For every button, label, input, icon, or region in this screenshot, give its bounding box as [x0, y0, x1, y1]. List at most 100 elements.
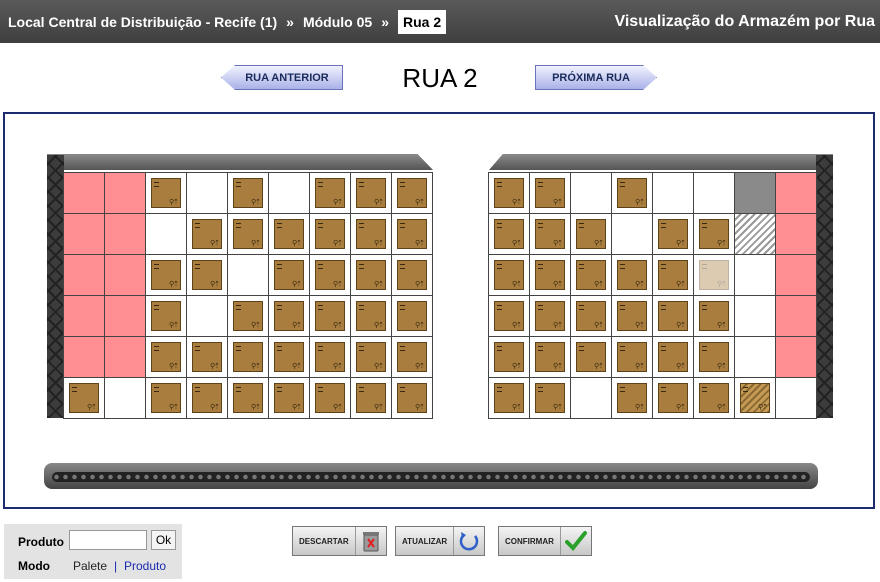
rack-slot-empty[interactable]: [735, 296, 776, 337]
discard-button[interactable]: DESCARTAR: [292, 526, 387, 556]
rack-slot-empty[interactable]: [105, 378, 146, 419]
product-input[interactable]: [69, 530, 147, 550]
rack-slot-occupied[interactable]: [489, 173, 530, 214]
rack-slot-occupied[interactable]: [187, 255, 228, 296]
rack-slot-occupied[interactable]: [612, 296, 653, 337]
rack-slot-blocked[interactable]: [776, 214, 817, 255]
rack-slot-occupied[interactable]: [735, 378, 776, 419]
rack-slot-occupied[interactable]: [187, 337, 228, 378]
rack-slot-occupied[interactable]: [269, 214, 310, 255]
rack-slot-occupied[interactable]: [228, 337, 269, 378]
rack-slot-blocked[interactable]: [776, 255, 817, 296]
rack-slot-occupied[interactable]: [269, 378, 310, 419]
rack-slot-occupied[interactable]: [612, 378, 653, 419]
ok-button[interactable]: Ok: [151, 530, 176, 550]
rack-slot-occupied[interactable]: [694, 337, 735, 378]
rack-slot-occupied[interactable]: [310, 255, 351, 296]
rack-slot-blocked[interactable]: [64, 296, 105, 337]
rack-slot-blocked[interactable]: [64, 337, 105, 378]
rack-slot-empty[interactable]: [776, 378, 817, 419]
rack-slot-occupied[interactable]: [146, 173, 187, 214]
breadcrumb-location[interactable]: Local Central de Distribuição - Recife (…: [8, 14, 277, 30]
confirm-button[interactable]: CONFIRMAR: [498, 526, 592, 556]
rack-slot-occupied[interactable]: [489, 296, 530, 337]
next-street-button[interactable]: PRÓXIMA RUA: [535, 65, 657, 90]
rack-slot-occupied[interactable]: [489, 255, 530, 296]
rack-slot-blocked[interactable]: [64, 173, 105, 214]
rack-slot-occupied[interactable]: [612, 255, 653, 296]
rack-slot-occupied[interactable]: [351, 255, 392, 296]
rack-slot-blocked[interactable]: [105, 337, 146, 378]
rack-slot-occupied[interactable]: [530, 214, 571, 255]
rack-slot-occupied[interactable]: [530, 378, 571, 419]
rack-slot-occupied[interactable]: [228, 296, 269, 337]
rack-slot-reserved[interactable]: [735, 214, 776, 255]
rack-slot-occupied[interactable]: [489, 214, 530, 255]
refresh-button[interactable]: ATUALIZAR: [395, 526, 486, 556]
rack-slot-occupied[interactable]: [653, 214, 694, 255]
breadcrumb-module[interactable]: Módulo 05: [303, 14, 372, 30]
rack-slot-occupied[interactable]: [530, 296, 571, 337]
rack-slot-occupied[interactable]: [694, 255, 735, 296]
rack-slot-occupied[interactable]: [653, 255, 694, 296]
rack-slot-occupied[interactable]: [612, 337, 653, 378]
rack-slot-occupied[interactable]: [310, 296, 351, 337]
rack-slot-occupied[interactable]: [351, 296, 392, 337]
rack-slot-empty[interactable]: [735, 337, 776, 378]
rack-slot-occupied[interactable]: [64, 378, 105, 419]
rack-slot-blocked[interactable]: [64, 214, 105, 255]
rack-slot-occupied[interactable]: [351, 337, 392, 378]
rack-slot-occupied[interactable]: [653, 296, 694, 337]
rack-slot-occupied[interactable]: [269, 337, 310, 378]
rack-slot-empty[interactable]: [146, 214, 187, 255]
rack-slot-occupied[interactable]: [187, 378, 228, 419]
mode-product-link[interactable]: Produto: [124, 559, 166, 573]
mode-pallet-link[interactable]: Palete: [73, 559, 107, 573]
rack-slot-occupied[interactable]: [392, 337, 433, 378]
rack-slot-empty[interactable]: [187, 296, 228, 337]
rack-slot-occupied[interactable]: [392, 173, 433, 214]
rack-slot-occupied[interactable]: [571, 337, 612, 378]
rack-slot-occupied[interactable]: [392, 296, 433, 337]
rack-slot-occupied[interactable]: [310, 378, 351, 419]
rack-slot-empty[interactable]: [228, 255, 269, 296]
rack-slot-occupied[interactable]: [392, 214, 433, 255]
rack-slot-blocked[interactable]: [776, 337, 817, 378]
rack-slot-occupied[interactable]: [146, 337, 187, 378]
rack-slot-blocked[interactable]: [776, 173, 817, 214]
rack-slot-occupied[interactable]: [653, 378, 694, 419]
rack-slot-occupied[interactable]: [310, 337, 351, 378]
rack-slot-occupied[interactable]: [694, 378, 735, 419]
rack-slot-occupied[interactable]: [351, 378, 392, 419]
rack-slot-empty[interactable]: [612, 214, 653, 255]
rack-slot-occupied[interactable]: [571, 255, 612, 296]
rack-slot-occupied[interactable]: [530, 337, 571, 378]
rack-slot-blocked[interactable]: [105, 255, 146, 296]
rack-slot-blocked[interactable]: [105, 214, 146, 255]
rack-slot-empty[interactable]: [187, 173, 228, 214]
rack-slot-empty[interactable]: [653, 173, 694, 214]
rack-slot-occupied[interactable]: [228, 214, 269, 255]
rack-slot-blocked[interactable]: [776, 296, 817, 337]
rack-slot-occupied[interactable]: [310, 173, 351, 214]
rack-slot-occupied[interactable]: [228, 173, 269, 214]
rack-slot-occupied[interactable]: [228, 378, 269, 419]
rack-slot-occupied[interactable]: [146, 255, 187, 296]
rack-slot-occupied[interactable]: [612, 173, 653, 214]
rack-slot-unavailable[interactable]: [735, 173, 776, 214]
rack-slot-occupied[interactable]: [489, 378, 530, 419]
rack-slot-occupied[interactable]: [351, 214, 392, 255]
rack-slot-empty[interactable]: [269, 173, 310, 214]
rack-slot-empty[interactable]: [571, 173, 612, 214]
rack-slot-occupied[interactable]: [146, 378, 187, 419]
rack-slot-occupied[interactable]: [392, 255, 433, 296]
rack-slot-empty[interactable]: [735, 255, 776, 296]
rack-slot-empty[interactable]: [571, 378, 612, 419]
rack-slot-occupied[interactable]: [392, 378, 433, 419]
rack-slot-occupied[interactable]: [187, 214, 228, 255]
rack-slot-occupied[interactable]: [571, 214, 612, 255]
rack-slot-occupied[interactable]: [269, 255, 310, 296]
rack-slot-occupied[interactable]: [530, 255, 571, 296]
rack-slot-empty[interactable]: [694, 173, 735, 214]
rack-slot-occupied[interactable]: [653, 337, 694, 378]
